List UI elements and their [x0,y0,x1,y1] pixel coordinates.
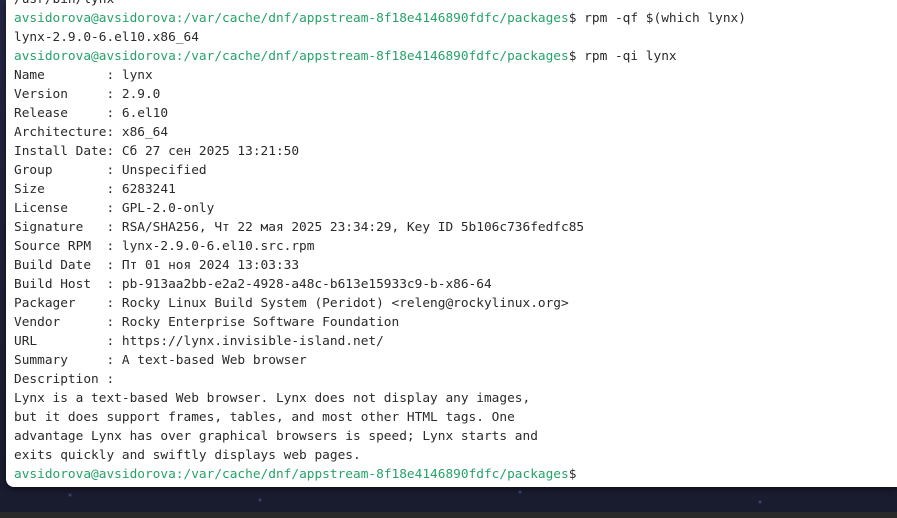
prompt-line: avsidorova@avsidorova:/var/cache/dnf/app… [14,47,897,66]
output-line: Signature : RSA/SHA256, Чт 22 мая 2025 2… [14,220,585,235]
output-line: Version : 2.9.0 [14,87,161,102]
prompt-line: avsidorova@avsidorova:/var/cache/dnf/app… [14,9,897,28]
output-line: Release : 6.el10 [14,106,169,121]
prompt-user-host: avsidorova@avsidorova [14,49,176,64]
output-line: Group : Unspecified [14,163,207,178]
prompt-path: :/var/cache/dnf/appstream-8f18e4146890fd… [175,467,569,482]
output-line: Install Date: Сб 27 сен 2025 13:21:50 [14,144,300,159]
output-line: License : GPL-2.0-only [14,201,215,216]
output-line: Architecture: x86_64 [14,125,169,140]
output-line: Name : lynx [14,68,153,83]
terminal-window[interactable]: /usr/bin/lynxavsidorova@avsidorova:/var/… [6,0,897,487]
prompt-user-host: avsidorova@avsidorova [14,467,176,482]
output-line: Vendor : Rocky Enterprise Software Found… [14,315,400,330]
output-line: /usr/bin/lynx [14,0,897,9]
output-line: lynx-2.9.0-6.el10.x86_64 [14,30,199,45]
output-line: but it does support frames, tables, and … [14,410,515,425]
output-line: Size : 6283241 [14,182,176,197]
prompt-user-host: avsidorova@avsidorova [14,11,176,26]
output-line: Lynx is a text-based Web browser. Lynx d… [14,391,531,406]
output-line: exits quickly and swiftly displays web p… [14,448,361,463]
taskbar [0,512,897,518]
output-line: Summary : A text-based Web browser [14,353,307,368]
command-text: rpm -qf $(which lynx) [576,11,746,26]
output-line: Build Host : pb-913aa2bb-e2a2-4928-a48c-… [14,277,492,292]
command-text: rpm -qi lynx [576,49,677,64]
prompt-line: avsidorova@avsidorova:/var/cache/dnf/app… [14,465,897,484]
output-line: Build Date : Пт 01 ноя 2024 13:03:33 [14,258,300,273]
prompt-path: :/var/cache/dnf/appstream-8f18e4146890fd… [175,11,569,26]
output-line: URL : https://lynx.invisible-island.net/ [14,334,384,349]
output-line: advantage Lynx has over graphical browse… [14,429,538,444]
output-line: Description : [14,372,115,387]
output-line: Packager : Rocky Linux Build System (Per… [14,296,569,311]
prompt-path: :/var/cache/dnf/appstream-8f18e4146890fd… [175,49,569,64]
terminal-output[interactable]: /usr/bin/lynxavsidorova@avsidorova:/var/… [14,0,897,484]
output-line: Source RPM : lynx-2.9.0-6.el10.src.rpm [14,239,315,254]
prompt-symbol: $ [568,467,577,482]
